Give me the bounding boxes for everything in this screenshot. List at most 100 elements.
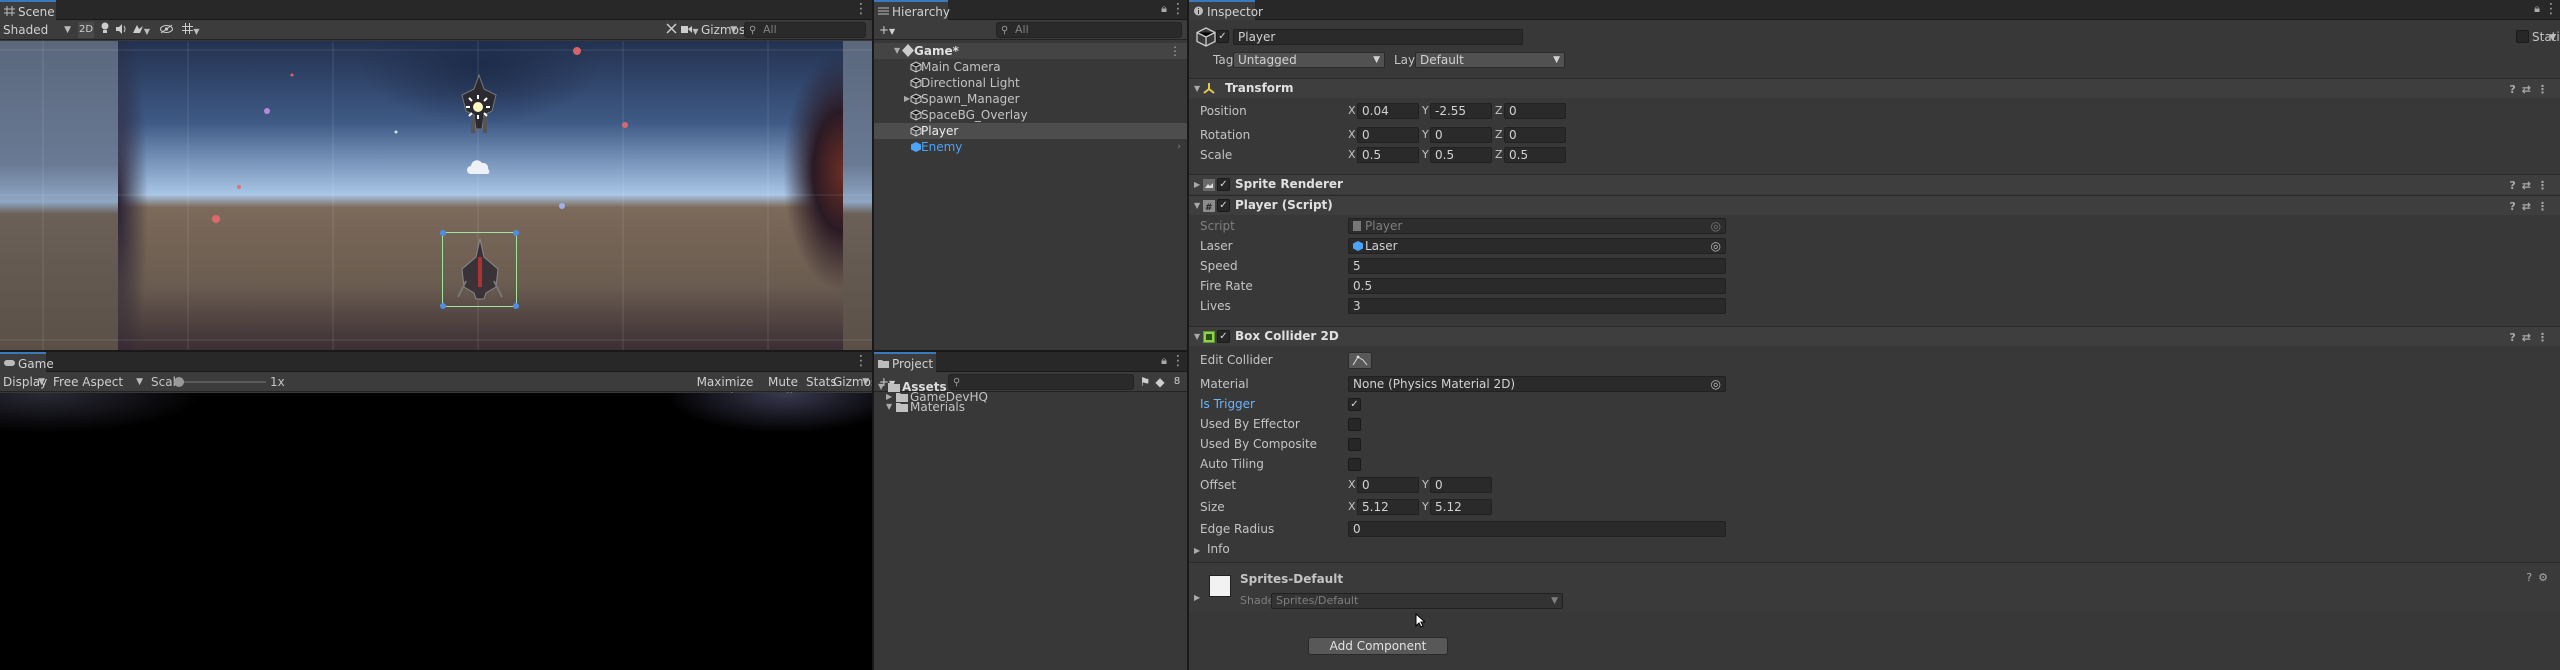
scene-menu-icon[interactable]: ⋮: [854, 2, 868, 18]
rotation-x-field[interactable]: 0: [1357, 127, 1419, 143]
static-checkbox[interactable]: [2516, 30, 2529, 43]
expand-arrow-icon[interactable]: ▶: [1194, 593, 1200, 602]
spawn-manager-gizmo-icon[interactable]: [466, 159, 492, 175]
tag-dropdown[interactable]: Untagged ▼: [1233, 52, 1385, 68]
scene-viewport[interactable]: [0, 41, 872, 350]
rect-handle[interactable]: [513, 230, 519, 236]
tab-inspector[interactable]: Inspector: [1189, 0, 1263, 20]
hierarchy-item-player[interactable]: Player: [874, 123, 1187, 139]
laser-field[interactable]: Laser ◎: [1348, 238, 1726, 254]
rotation-y-field[interactable]: 0: [1430, 127, 1492, 143]
offset-y-field[interactable]: 0: [1430, 477, 1492, 493]
inspector-menu-icon[interactable]: ⋮: [2544, 2, 2558, 18]
lock-icon[interactable]: 🔒︎: [2530, 2, 2544, 18]
used-by-effector-checkbox[interactable]: [1348, 418, 1361, 431]
sprite-renderer-enabled-checkbox[interactable]: ✓: [1217, 178, 1230, 191]
edit-collider-button[interactable]: [1348, 352, 1372, 369]
info-foldout[interactable]: ▶ Info: [1194, 541, 1230, 559]
active-checkbox[interactable]: ✓: [1216, 30, 1229, 43]
component-header-icons[interactable]: ?⇄⋮: [2509, 80, 2554, 99]
maximize-on-play-button[interactable]: Maximize On Play: [692, 374, 758, 405]
lives-field[interactable]: 3: [1348, 298, 1726, 314]
material-field[interactable]: None (Physics Material 2D) ◎: [1348, 376, 1726, 392]
scene-menu-icon[interactable]: ⋮: [1169, 43, 1181, 59]
audio-toggle-icon[interactable]: [114, 22, 128, 38]
box-collider-header[interactable]: ▼ ✓ Box Collider 2D ?⇄⋮: [1189, 326, 2560, 346]
gizmos-dropdown[interactable]: Gizmos ▼: [698, 22, 745, 38]
shading-dropdown[interactable]: Shaded ▼: [0, 22, 74, 38]
scene-search-input[interactable]: ⚲ All: [744, 22, 866, 38]
create-plus-icon[interactable]: +▼: [876, 22, 898, 38]
hierarchy-item-spacebg-overlay[interactable]: SpaceBG_Overlay: [874, 107, 1187, 123]
toggle-2d-button[interactable]: 2D: [78, 22, 94, 38]
offset-x-field[interactable]: 0: [1357, 477, 1419, 493]
hierarchy-item-spawn-manager[interactable]: ▶ Spawn_Manager: [874, 91, 1187, 107]
rect-handle[interactable]: [440, 303, 446, 309]
aspect-dropdown[interactable]: Free Aspect ▼: [50, 374, 146, 390]
static-dropdown-arrow[interactable]: ▼: [2549, 30, 2559, 46]
lighting-toggle-icon[interactable]: [98, 22, 112, 38]
rect-handle[interactable]: [513, 303, 519, 309]
speed-field[interactable]: 5: [1348, 258, 1726, 274]
size-x-field[interactable]: 5.12: [1357, 499, 1419, 515]
add-component-button[interactable]: Add Component: [1308, 637, 1448, 655]
rect-handle[interactable]: [440, 230, 446, 236]
tab-scene[interactable]: Scene: [0, 0, 56, 20]
component-header-icons[interactable]: ?⇄⋮: [2509, 328, 2554, 347]
project-tree-materials[interactable]: ▼ Materials: [874, 399, 1187, 415]
shader-dropdown[interactable]: Sprites/Default ▼: [1271, 593, 1563, 609]
layer-dropdown[interactable]: Default ▼: [1415, 52, 1565, 68]
component-header-icons[interactable]: ?⇄⋮: [2509, 176, 2554, 195]
mute-audio-button[interactable]: Mute Audio: [761, 374, 805, 405]
fire-rate-field[interactable]: 0.5: [1348, 278, 1726, 294]
game-gizmos-dropdown[interactable]: Gizmos▼: [830, 374, 872, 390]
tab-game[interactable]: Game: [0, 352, 54, 372]
scene-root-row[interactable]: ▼ Game* ⋮: [874, 43, 1187, 59]
game-menu-icon[interactable]: ⋮: [854, 354, 868, 370]
effects-toggle-icon[interactable]: ▼: [130, 22, 152, 38]
position-z-field[interactable]: 0: [1504, 103, 1566, 119]
player-selection-box[interactable]: [440, 230, 519, 309]
is-trigger-checkbox[interactable]: ✓: [1348, 398, 1361, 411]
object-picker-icon[interactable]: ◎: [1711, 239, 1721, 253]
game-viewport[interactable]: [0, 393, 872, 670]
auto-tiling-checkbox[interactable]: [1348, 458, 1361, 471]
scale-slider-handle[interactable]: [174, 377, 184, 387]
hidden-objects-toggle[interactable]: 0: [155, 22, 177, 53]
hierarchy-item-enemy[interactable]: Enemy ›: [874, 139, 1187, 155]
chevron-right-icon[interactable]: ›: [1177, 139, 1181, 155]
hierarchy-search-input[interactable]: ⚲ All: [996, 22, 1182, 38]
object-picker-icon[interactable]: ◎: [1711, 377, 1721, 391]
hierarchy-menu-icon[interactable]: ⋮: [1171, 2, 1185, 18]
player-script-enabled-checkbox[interactable]: ✓: [1217, 199, 1230, 212]
size-y-field[interactable]: 5.12: [1430, 499, 1492, 515]
rotation-z-field[interactable]: 0: [1504, 127, 1566, 143]
tools-icon[interactable]: [664, 22, 678, 38]
used-by-composite-checkbox[interactable]: [1348, 438, 1361, 451]
stats-button[interactable]: Stats: [806, 374, 837, 390]
project-menu-icon[interactable]: ⋮: [1171, 354, 1185, 370]
scale-slider[interactable]: [174, 377, 266, 387]
directional-light-icon[interactable]: [466, 95, 490, 119]
edge-radius-field[interactable]: 0: [1348, 521, 1726, 537]
object-name-field[interactable]: Player: [1233, 29, 1523, 45]
scale-z-field[interactable]: 0.5: [1504, 147, 1566, 163]
lock-icon[interactable]: 🔒︎: [1157, 2, 1171, 18]
scale-x-field[interactable]: 0.5: [1357, 147, 1419, 163]
camera-dropdown-icon[interactable]: ▼: [680, 22, 700, 38]
lock-icon[interactable]: 🔒︎: [1157, 354, 1171, 370]
display-dropdown[interactable]: Display 1▼: [0, 374, 48, 405]
hierarchy-item-main-camera[interactable]: Main Camera: [874, 59, 1187, 75]
scale-y-field[interactable]: 0.5: [1430, 147, 1492, 163]
component-header-icons[interactable]: ?⇄⋮: [2509, 197, 2554, 216]
transform-header[interactable]: ▼ Transform ?⇄⋮: [1189, 78, 2560, 98]
position-y-field[interactable]: -2.55: [1430, 103, 1492, 119]
player-script-header[interactable]: ▼ # ✓ Player (Script) ?⇄⋮: [1189, 195, 2560, 215]
sprite-renderer-header[interactable]: ▶ ✓ Sprite Renderer ?⇄⋮: [1189, 174, 2560, 194]
grid-toggle-icon[interactable]: ▼: [180, 22, 202, 38]
tab-project[interactable]: Project: [874, 352, 936, 372]
tab-hierarchy[interactable]: Hierarchy: [874, 0, 950, 20]
hierarchy-item-directional-light[interactable]: Directional Light: [874, 75, 1187, 91]
box-collider-enabled-checkbox[interactable]: ✓: [1217, 330, 1230, 343]
position-x-field[interactable]: 0.04: [1357, 103, 1419, 119]
